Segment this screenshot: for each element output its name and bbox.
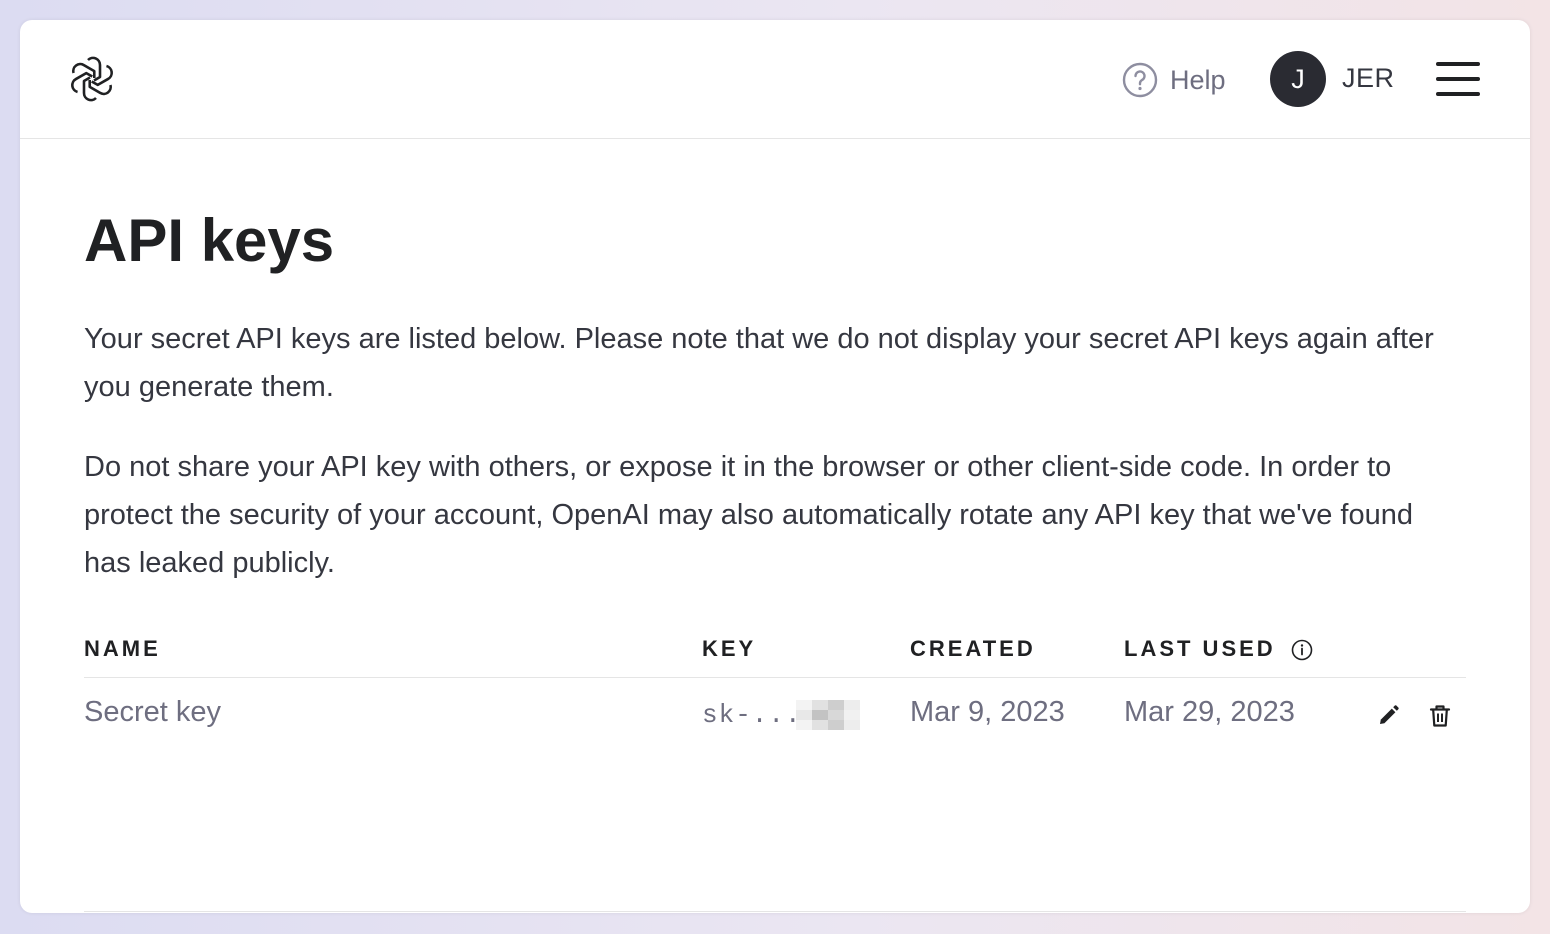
warning-paragraph: Do not share your API key with others, o… (84, 451, 1413, 579)
column-header-name: NAME (84, 636, 161, 661)
header-divider (84, 677, 1466, 678)
top-navbar: Help J JER (20, 20, 1530, 139)
redacted-key-suffix (796, 700, 860, 730)
column-header-last-used: LAST USED (1124, 636, 1313, 662)
column-header-key: KEY (702, 636, 757, 661)
openai-logo[interactable] (67, 54, 117, 104)
info-circle-icon[interactable] (1291, 639, 1313, 661)
help-label: Help (1170, 64, 1226, 95)
last-used-cell: Mar 29, 2023 (1124, 696, 1295, 728)
key-name-cell: Secret key (84, 696, 221, 728)
question-circle-icon (1122, 62, 1158, 98)
created-cell: Mar 9, 2023 (910, 696, 1065, 728)
avatar[interactable]: J (1270, 51, 1326, 107)
hamburger-menu-icon[interactable] (1436, 62, 1480, 96)
pencil-icon[interactable] (1374, 702, 1402, 730)
column-header-created: CREATED (910, 636, 1036, 661)
user-name[interactable]: JER (1342, 63, 1395, 94)
intro-paragraph: Your secret API keys are listed below. P… (84, 323, 1434, 403)
app-window: Help J JER API keys Your secret API keys… (20, 20, 1530, 913)
help-button[interactable]: Help (1122, 60, 1226, 100)
page-title: API keys (84, 207, 335, 274)
trash-icon[interactable] (1426, 702, 1454, 730)
table-bottom-divider (84, 911, 1466, 912)
key-value-cell: sk-... (702, 700, 802, 730)
avatar-initial: J (1291, 63, 1305, 94)
column-header-last-used-label: LAST USED (1124, 636, 1276, 661)
